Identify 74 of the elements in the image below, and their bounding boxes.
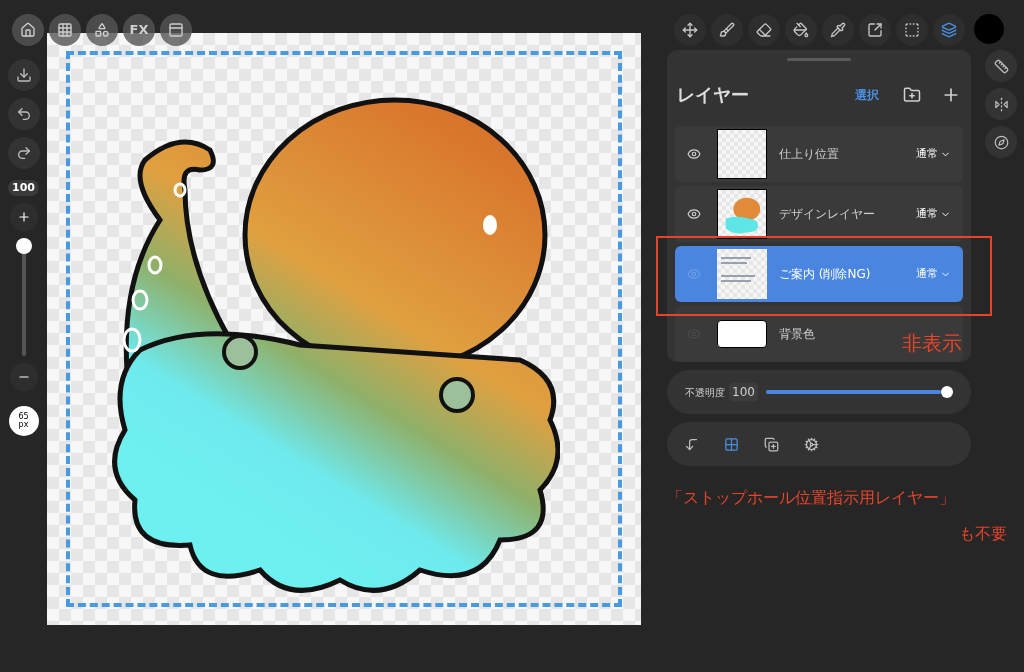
layer-thumbnail (717, 129, 767, 179)
new-folder-icon[interactable] (903, 85, 921, 104)
transform-icon (867, 22, 883, 38)
shapes-icon (94, 22, 110, 38)
grid-icon (57, 22, 73, 38)
window-icon (168, 22, 184, 38)
eraser-icon (756, 22, 772, 38)
move-tool[interactable] (674, 14, 706, 46)
eye-icon[interactable] (687, 147, 701, 161)
picker-tool[interactable] (822, 14, 854, 46)
slider-fill[interactable] (765, 390, 941, 394)
layer-thumbnail (717, 189, 767, 239)
redo-icon (15, 145, 32, 161)
annotation-text: も不要 (959, 523, 1007, 545)
download-icon (15, 67, 32, 83)
download-button[interactable] (7, 59, 40, 91)
slider-thumb[interactable] (941, 386, 953, 398)
compass-icon (993, 134, 1009, 150)
picker-icon (830, 22, 846, 38)
move-icon (682, 22, 698, 38)
color-swatch[interactable] (974, 14, 1004, 44)
grid-icon (723, 436, 739, 452)
layer-row[interactable]: 仕上り位置 通常 (675, 126, 963, 182)
layer-thumbnail (717, 249, 767, 299)
fx-button[interactable]: FX (123, 14, 155, 46)
brush-icon (719, 22, 735, 38)
mirror-button[interactable] (985, 88, 1017, 120)
redo-button[interactable] (7, 137, 40, 169)
ruler-icon (993, 58, 1009, 74)
shapes-button[interactable] (86, 14, 118, 46)
layer-name: デザインレイヤー (779, 206, 876, 223)
layer-thumbnail (717, 320, 767, 348)
fill-icon (793, 22, 809, 38)
layer-name: ご案内 (削除NG) (779, 266, 872, 283)
annotation-text: 非表示 (902, 330, 962, 357)
layers-tool[interactable] (933, 14, 965, 46)
fill-tool[interactable] (785, 14, 817, 46)
eraser-tool[interactable] (748, 14, 780, 46)
grid-button[interactable] (49, 14, 81, 46)
brush-size-button[interactable]: 65 px (8, 406, 39, 436)
brush-tool[interactable] (711, 14, 743, 46)
decrease-button[interactable] (9, 363, 38, 391)
compass-button[interactable] (985, 126, 1017, 158)
blend-mode-dropdown[interactable]: 通常 (916, 145, 951, 163)
layers-icon (941, 22, 957, 38)
annotation-text: 「ストップホール位置指示用レイヤー」 (667, 487, 956, 509)
eye-icon[interactable] (687, 207, 701, 221)
blend-mode-dropdown[interactable]: 通常 (916, 205, 951, 223)
home-button[interactable] (12, 14, 44, 46)
size-slider[interactable] (15, 238, 32, 356)
layer-name: 仕上り位置 (779, 146, 840, 163)
increase-button[interactable] (9, 203, 38, 231)
arrow-down-icon (683, 436, 699, 452)
layer-row[interactable]: デザインレイヤー 通常 (675, 186, 963, 242)
size-value: 100 (8, 180, 39, 196)
undo-button[interactable] (7, 98, 40, 130)
gear-icon (803, 436, 819, 452)
layer-row[interactable]: ご案内 (削除NG) 通常 (675, 246, 963, 302)
panel-title: レイヤー (677, 83, 750, 107)
window-button[interactable] (160, 14, 192, 46)
select-tool[interactable] (896, 14, 928, 46)
select-link[interactable]: 選択 (855, 85, 879, 104)
ruler-button[interactable] (985, 50, 1017, 82)
home-icon (20, 22, 36, 38)
mirror-icon (993, 96, 1009, 112)
slider-thumb[interactable] (15, 238, 32, 254)
undo-icon (15, 106, 32, 122)
opacity-value[interactable]: 100 (729, 383, 758, 401)
plus-icon (16, 210, 31, 224)
transform-tool[interactable] (859, 14, 891, 46)
duplicate-icon (763, 436, 779, 452)
select-icon (904, 22, 920, 38)
opacity-label: 不透明度 (685, 385, 725, 400)
blend-mode-dropdown[interactable]: 通常 (916, 265, 951, 283)
